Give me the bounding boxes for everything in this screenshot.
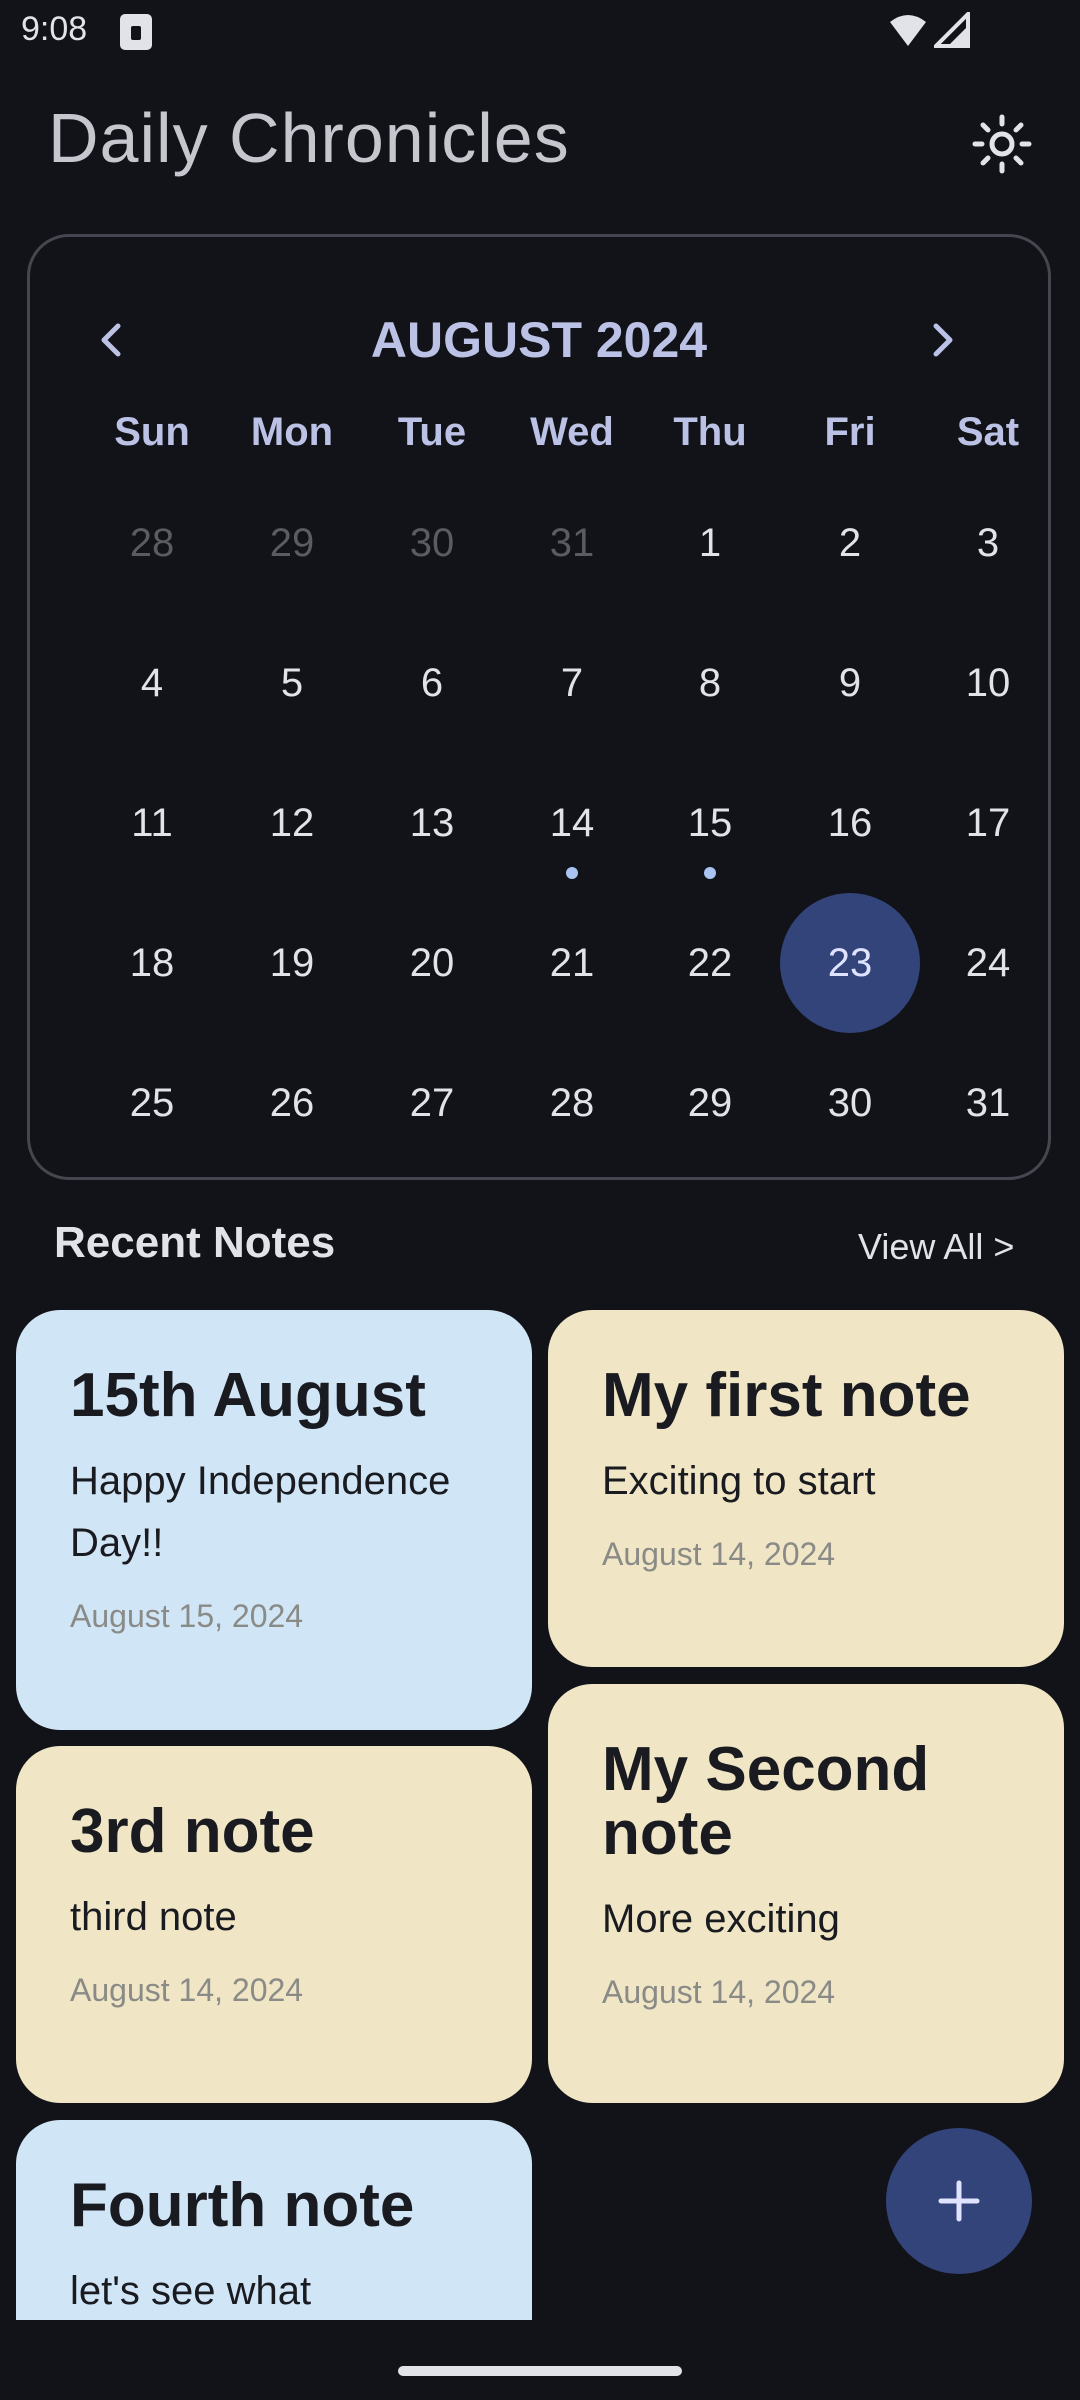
calendar-day[interactable]: 22: [640, 893, 780, 1033]
calendar-day[interactable]: 29: [640, 1033, 780, 1173]
calendar-day[interactable]: 8: [640, 613, 780, 753]
calendar-day[interactable]: 20: [362, 893, 502, 1033]
calendar-day[interactable]: 10: [918, 613, 1058, 753]
note-body: Exciting to start: [602, 1459, 876, 1503]
calendar-day[interactable]: 7: [502, 613, 642, 753]
calendar-day[interactable]: 2: [780, 473, 920, 613]
weekday-label: Tue: [397, 410, 467, 454]
calendar-day[interactable]: 28: [82, 473, 222, 613]
weekday-label: Thu: [673, 410, 747, 454]
calendar-day[interactable]: 4: [82, 613, 222, 753]
calendar-day[interactable]: 5: [222, 613, 362, 753]
note-indicator-dot: [704, 867, 716, 879]
recent-notes-heading: Recent Notes: [54, 1218, 336, 1267]
app-title: Daily Chronicles: [48, 99, 570, 177]
weekday-label: Sat: [956, 410, 1020, 454]
note-card[interactable]: 3rd note third note August 14, 2024: [16, 1746, 532, 2103]
calendar-day[interactable]: 21: [502, 893, 642, 1033]
calendar-day[interactable]: 17: [918, 753, 1058, 893]
chevron-right-icon: [933, 323, 953, 357]
calendar-day[interactable]: 31: [918, 1033, 1058, 1173]
calendar-day[interactable]: 13: [362, 753, 502, 893]
calendar-day[interactable]: 15: [640, 753, 780, 893]
weekday-header: Sun Mon Tue Wed Thu Fri Sat: [30, 397, 1048, 467]
calendar-day[interactable]: 14: [502, 753, 642, 893]
add-note-button[interactable]: [886, 2128, 1032, 2274]
note-body: More exciting: [602, 1897, 840, 1941]
wifi-icon: [890, 15, 926, 46]
calendar-day[interactable]: 1: [640, 473, 780, 613]
note-card[interactable]: Fourth note let's see what: [16, 2120, 532, 2320]
note-card[interactable]: My first note Exciting to start August 1…: [548, 1310, 1064, 1667]
note-body: third note: [70, 1895, 237, 1939]
view-all-link[interactable]: View All >: [858, 1226, 1014, 1268]
calendar-day[interactable]: 25: [82, 1033, 222, 1173]
note-title: 3rd note: [70, 1797, 315, 1866]
note-title: Fourth note: [70, 2171, 415, 2240]
calendar-card: AUGUST 2024 Sun Mon Tue Wed Thu Fri Sat 28 29 30…: [27, 234, 1051, 1180]
status-bar: 9:08: [0, 0, 1080, 60]
status-time: 9:08: [21, 10, 88, 48]
signal-icon: [934, 12, 970, 48]
plus-icon: [938, 2180, 980, 2222]
calendar-month-label: AUGUST 2024: [370, 312, 708, 368]
calendar-day[interactable]: 30: [780, 1033, 920, 1173]
note-title: My first note: [602, 1361, 971, 1430]
note-card[interactable]: My Second note More exciting August 14, …: [548, 1684, 1064, 2103]
calendar-day[interactable]: 23: [780, 893, 920, 1033]
calendar-day[interactable]: 3: [918, 473, 1058, 613]
gesture-nav-handle[interactable]: [398, 2366, 682, 2376]
note-title: My Second note: [602, 1735, 930, 1868]
calendar-day[interactable]: 24: [918, 893, 1058, 1033]
note-date: August 14, 2024: [602, 1536, 836, 1572]
weekday-label: Wed: [530, 410, 614, 454]
note-card[interactable]: 15th August Happy Independence Day!! Aug…: [16, 1310, 532, 1730]
note-date: August 15, 2024: [70, 1598, 304, 1634]
weekday-label: Fri: [824, 410, 876, 454]
weekday-label: Mon: [250, 410, 334, 454]
sun-icon: [972, 114, 1032, 174]
sim-card-icon: [120, 14, 152, 50]
note-body: Happy Independence Day!!: [70, 1459, 451, 1565]
note-date: August 14, 2024: [602, 1974, 836, 2010]
calendar-day[interactable]: 9: [780, 613, 920, 753]
calendar-day[interactable]: 29: [222, 473, 362, 613]
calendar-day[interactable]: 6: [362, 613, 502, 753]
note-indicator-dot: [566, 867, 578, 879]
calendar-day[interactable]: 30: [362, 473, 502, 613]
note-body: let's see what: [70, 2269, 312, 2313]
calendar-day[interactable]: 18: [82, 893, 222, 1033]
next-month-button[interactable]: [898, 295, 988, 385]
calendar-day[interactable]: 12: [222, 753, 362, 893]
calendar-day[interactable]: 16: [780, 753, 920, 893]
calendar-day[interactable]: 27: [362, 1033, 502, 1173]
note-title: 15th August: [70, 1361, 426, 1430]
calendar-day[interactable]: 28: [502, 1033, 642, 1173]
calendar-day[interactable]: 11: [82, 753, 222, 893]
calendar-day[interactable]: 19: [222, 893, 362, 1033]
theme-toggle-button[interactable]: [962, 104, 1042, 184]
weekday-label: Sun: [114, 410, 190, 454]
note-date: August 14, 2024: [70, 1972, 304, 2008]
calendar-day[interactable]: 31: [502, 473, 642, 613]
calendar-day[interactable]: 26: [222, 1033, 362, 1173]
